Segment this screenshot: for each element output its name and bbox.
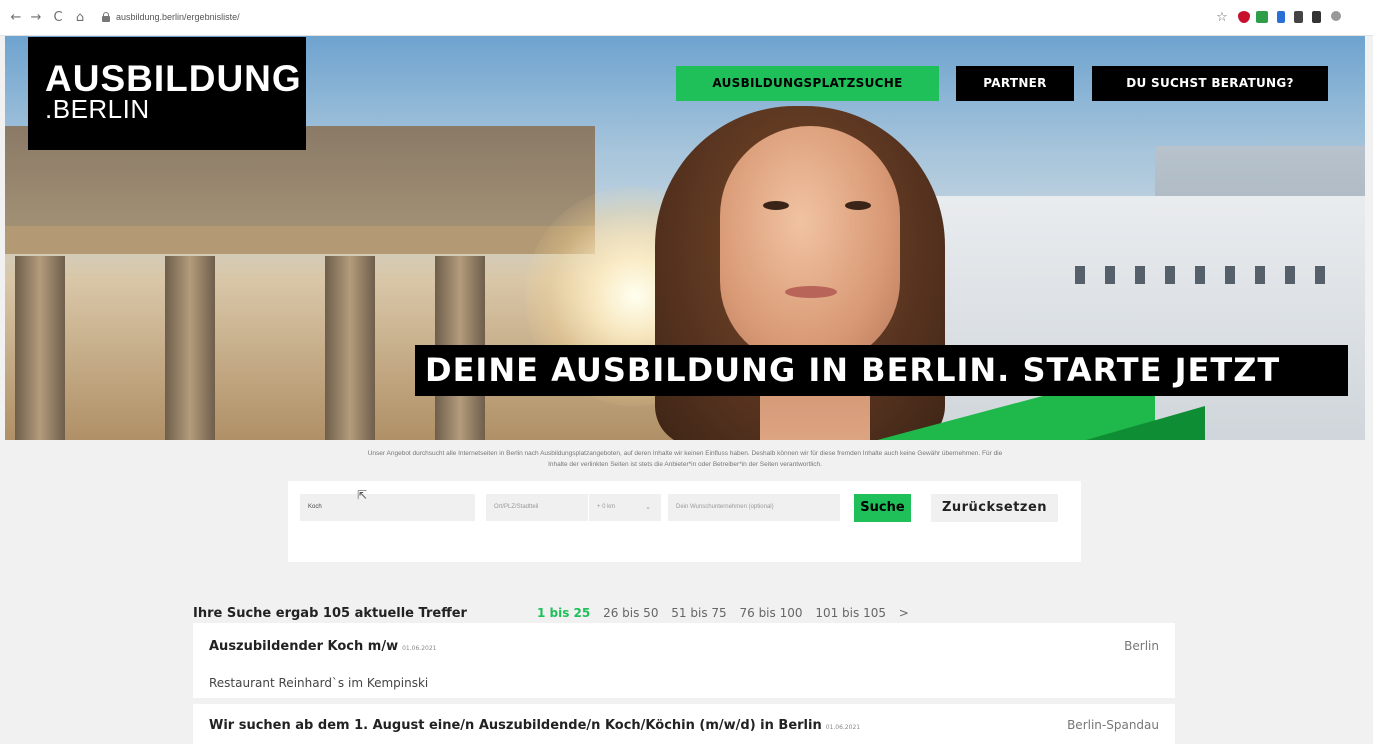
back-icon[interactable]: ← — [8, 10, 24, 26]
disclaimer-line-1: Unser Angebot durchsucht alle Internetse… — [367, 450, 1003, 457]
star-icon[interactable]: ☆ — [1214, 10, 1230, 26]
puzzle-icon[interactable] — [1312, 11, 1321, 23]
radius-select[interactable]: + 0 km ⌄ — [589, 494, 661, 521]
profile-icon[interactable] — [1331, 11, 1341, 21]
page-link-current[interactable]: 1 bis 25 — [537, 606, 590, 620]
page-link[interactable]: 76 bis 100 — [739, 606, 802, 620]
page-link[interactable]: 101 bis 105 — [815, 606, 886, 620]
extension-green-icon[interactable] — [1256, 11, 1268, 23]
extension-shield-icon[interactable] — [1238, 11, 1250, 23]
address-bar[interactable]: ausbildung.berlin/ergebnisliste/ — [98, 9, 1208, 29]
extension-dark-icon[interactable] — [1294, 11, 1303, 23]
nav-partner[interactable]: PARTNER — [956, 66, 1074, 101]
result-location: Berlin-Spandau — [1067, 718, 1159, 732]
home-icon[interactable]: ⌂ — [72, 10, 88, 26]
page-link[interactable]: 26 bis 50 — [603, 606, 658, 620]
reset-button[interactable]: Zurücksetzen — [931, 494, 1058, 522]
result-title-wrap: Auszubildender Koch m/w 01.06.2021 — [209, 639, 436, 654]
extension-blue-icon[interactable] — [1277, 11, 1285, 23]
mouse-cursor-icon: ⇱ — [357, 488, 368, 502]
reload-icon[interactable]: C — [50, 10, 66, 26]
lock-icon — [102, 12, 110, 22]
search-button[interactable]: Suche — [854, 494, 911, 522]
result-title-wrap: Wir suchen ab dem 1. August eine/n Auszu… — [209, 718, 860, 733]
chevron-down-icon: ⌄ — [645, 504, 651, 511]
result-date: 01.06.2021 — [825, 724, 861, 731]
forward-icon[interactable]: → — [28, 10, 44, 26]
search-form: Koch Ort/PLZ/Stadtteil + 0 km ⌄ Dein Wun… — [288, 481, 1081, 562]
nav-ausbildungsplatzsuche[interactable]: AUSBILDUNGSPLATZSUCHE — [676, 66, 939, 101]
radius-value: + 0 km — [597, 504, 616, 510]
logo-text-sub: .BERLIN — [45, 94, 150, 124]
result-title[interactable]: Wir suchen ab dem 1. August eine/n Auszu… — [209, 718, 822, 733]
page-link[interactable]: 51 bis 75 — [671, 606, 726, 620]
keyword-input[interactable]: Koch — [300, 494, 475, 521]
hero-tagline: DEINE AUSBILDUNG IN BERLIN. STARTE JETZT — [415, 345, 1348, 396]
url-text: ausbildung.berlin/ergebnisliste/ — [116, 12, 240, 22]
result-card[interactable]: Wir suchen ab dem 1. August eine/n Auszu… — [193, 704, 1175, 744]
result-card[interactable]: Auszubildender Koch m/w 01.06.2021 Berlin… — [193, 623, 1175, 698]
result-location: Berlin — [1124, 639, 1159, 653]
location-input[interactable]: Ort/PLZ/Stadtteil — [486, 494, 588, 521]
next-page-link[interactable]: > — [899, 606, 909, 620]
nav-beratung[interactable]: DU SUCHST BERATUNG? — [1092, 66, 1328, 101]
result-date: 01.06.2021 — [402, 645, 437, 652]
pagination: 1 bis 25 26 bis 50 51 bis 75 76 bis 100 … — [537, 606, 918, 620]
browser-toolbar: ← → C ⌂ ausbildung.berlin/ergebnisliste/… — [0, 0, 1373, 36]
site-logo[interactable]: AUSBILDUNG .BERLIN — [28, 37, 306, 150]
disclaimer-line-2: Inhalte der verlinkten Seiten ist stets … — [548, 461, 822, 468]
result-title[interactable]: Auszubildender Koch m/w — [209, 639, 398, 654]
company-input[interactable]: Dein Wunschunternehmen (optional) — [668, 494, 840, 521]
results-count: Ihre Suche ergab 105 aktuelle Treffer — [193, 606, 467, 621]
result-company: Restaurant Reinhard`s im Kempinski — [209, 676, 429, 690]
disclaimer-text: Unser Angebot durchsucht alle Internetse… — [195, 448, 1175, 470]
